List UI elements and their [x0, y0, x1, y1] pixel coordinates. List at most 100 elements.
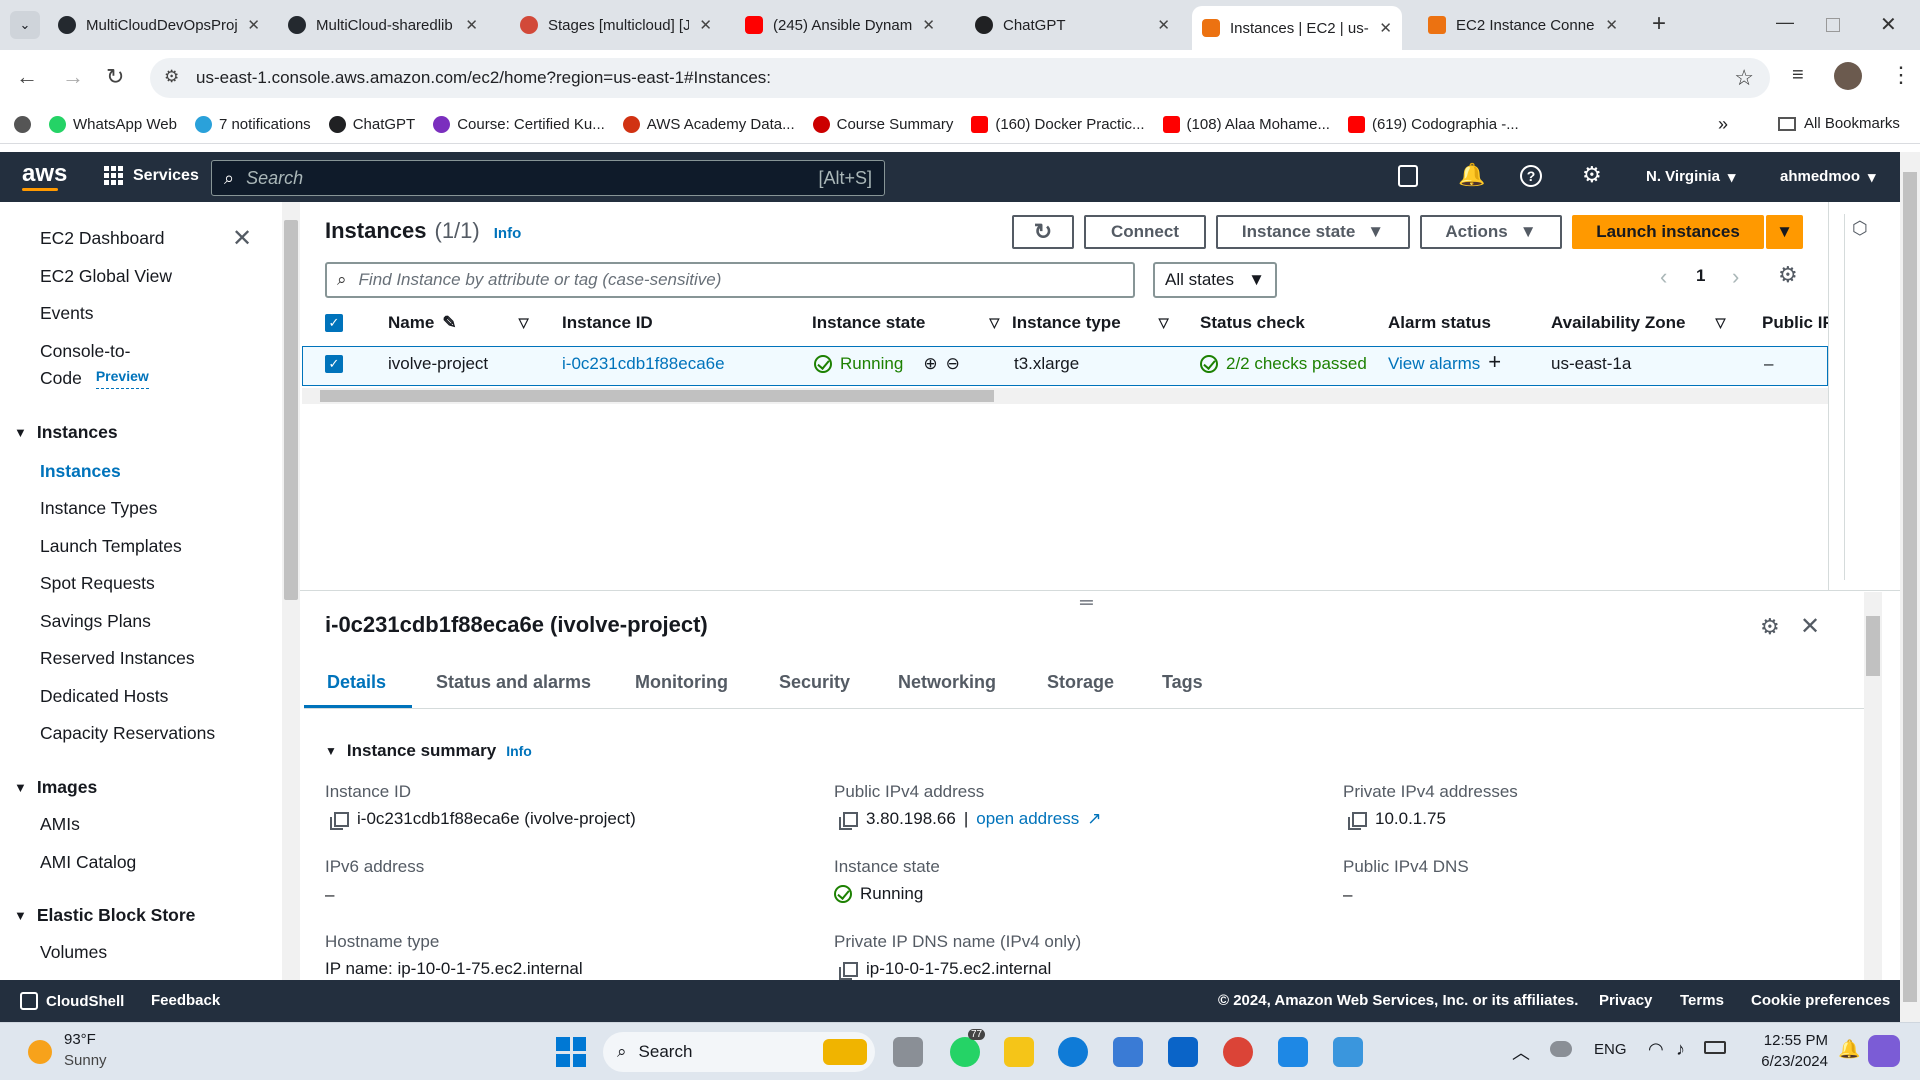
help-icon[interactable]: ?: [1520, 165, 1542, 187]
volume-icon[interactable]: ♪: [1676, 1039, 1685, 1060]
profile-avatar[interactable]: [1834, 62, 1862, 90]
sort-icon[interactable]: ▽: [1715, 315, 1725, 331]
tab-networking[interactable]: Networking: [898, 672, 996, 693]
tray-chevron-icon[interactable]: ︿: [1512, 1039, 1530, 1065]
terms-link[interactable]: Terms: [1680, 992, 1724, 1009]
close-icon[interactable]: ✕: [1379, 19, 1392, 37]
info-link[interactable]: Info: [494, 225, 522, 242]
all-bookmarks[interactable]: All Bookmarks: [1778, 115, 1900, 132]
bookmark-item[interactable]: Course Summary: [812, 116, 953, 133]
whatsapp-taskbar-icon[interactable]: 77: [950, 1029, 986, 1067]
copy-icon[interactable]: [839, 811, 858, 830]
taskbar-search[interactable]: ⌕ Search: [603, 1032, 875, 1072]
sidebar-item-ami-catalog[interactable]: AMI Catalog: [40, 852, 136, 873]
copy-icon[interactable]: [839, 961, 858, 980]
col-availability-zone[interactable]: Availability Zone ▽: [1551, 313, 1725, 333]
region-selector[interactable]: N. Virginia ▾: [1646, 168, 1735, 186]
page-scrollbar[interactable]: [1900, 152, 1920, 1022]
prev-page-icon[interactable]: ‹: [1660, 264, 1667, 290]
sort-icon[interactable]: ▽: [1159, 315, 1169, 331]
bookmark-item[interactable]: WhatsApp Web: [49, 116, 177, 133]
chrome-icon[interactable]: [1223, 1037, 1253, 1067]
chrome-apps-icon[interactable]: [14, 116, 31, 133]
copy-icon[interactable]: [1348, 811, 1367, 830]
sort-icon[interactable]: ▽: [989, 315, 999, 331]
notifications-bell-icon[interactable]: 🔔: [1458, 162, 1485, 188]
services-menu[interactable]: Services: [104, 166, 199, 185]
scrollbar-thumb[interactable]: [284, 220, 298, 600]
close-icon[interactable]: ✕: [247, 16, 260, 34]
aws-logo[interactable]: aws: [22, 160, 67, 188]
cell-instance-id-link[interactable]: i-0c231cdb1f88eca6e: [562, 354, 725, 374]
menu-kebab-icon[interactable]: ⋮: [1890, 62, 1912, 88]
tab-monitoring[interactable]: Monitoring: [635, 672, 728, 693]
select-all-checkbox[interactable]: ✓: [325, 314, 343, 332]
sidebar-item-spot-requests[interactable]: Spot Requests: [40, 573, 155, 594]
sidebar-item-instance-types[interactable]: Instance Types: [40, 498, 157, 519]
bookmark-item[interactable]: (619) Codographia -...: [1347, 116, 1519, 133]
col-instance-type[interactable]: Instance type ▽: [1012, 313, 1169, 333]
forward-icon[interactable]: →: [62, 64, 84, 90]
restore-icon[interactable]: [1826, 18, 1840, 32]
url-bar[interactable]: ⚙ us-east-1.console.aws.amazon.com/ec2/h…: [150, 58, 1770, 98]
alarm-link[interactable]: View alarms: [1388, 354, 1480, 374]
browser-tab-1[interactable]: MultiCloudDevOpsProject ✕: [48, 8, 270, 42]
detail-settings-icon[interactable]: ⚙: [1760, 614, 1780, 640]
sidebar-item-volumes[interactable]: Volumes: [40, 942, 107, 963]
col-name[interactable]: Name ✎ ▽: [388, 313, 529, 333]
sidebar-section-instances[interactable]: ▼ Instances: [14, 422, 118, 443]
filter-input[interactable]: ⌕ Find Instance by attribute or tag (case…: [325, 262, 1135, 298]
language-indicator[interactable]: ENG: [1594, 1041, 1627, 1058]
detail-scrollbar[interactable]: [1864, 592, 1882, 980]
task-view-icon[interactable]: [893, 1037, 923, 1067]
browser-tab-7[interactable]: EC2 Instance Connect ✕: [1418, 8, 1628, 42]
sidebar-item-dedicated-hosts[interactable]: Dedicated Hosts: [40, 686, 168, 707]
browser-tab-5[interactable]: ChatGPT ✕: [965, 8, 1180, 42]
edge-icon[interactable]: [1058, 1037, 1088, 1067]
sidebar-item-capacity-reservations[interactable]: Capacity Reservations: [40, 723, 215, 744]
minimize-icon[interactable]: —: [1776, 12, 1794, 33]
bookmark-item[interactable]: (160) Docker Practic...: [971, 116, 1145, 133]
copy-icon[interactable]: [330, 811, 349, 830]
next-page-icon[interactable]: ›: [1732, 264, 1739, 290]
tab-details[interactable]: Details: [327, 672, 386, 693]
close-icon[interactable]: ✕: [699, 16, 712, 34]
row-checkbox[interactable]: ✓: [325, 355, 343, 373]
sidebar-section-ebs[interactable]: ▼ Elastic Block Store: [14, 905, 195, 926]
tab-tags[interactable]: Tags: [1162, 672, 1203, 693]
sidebar-item-amis[interactable]: AMIs: [40, 814, 80, 835]
new-tab-icon[interactable]: +: [1652, 10, 1666, 38]
sidebar-item-code[interactable]: Code Preview: [40, 368, 149, 389]
sidebar-item-savings-plans[interactable]: Savings Plans: [40, 611, 151, 632]
store-icon[interactable]: [1113, 1037, 1143, 1067]
windows-start-icon[interactable]: [556, 1037, 586, 1067]
sidebar-item-events[interactable]: Events: [40, 303, 94, 324]
launch-dropdown-button[interactable]: ▼: [1766, 215, 1803, 249]
bookmark-star-icon[interactable]: ☆: [1734, 65, 1754, 91]
bookmark-item[interactable]: ChatGPT: [328, 116, 415, 133]
add-alarm-icon[interactable]: +: [1488, 351, 1501, 374]
back-icon[interactable]: ←: [16, 64, 38, 90]
sun-icon[interactable]: [28, 1040, 52, 1064]
privacy-link[interactable]: Privacy: [1599, 992, 1652, 1009]
instance-summary-header[interactable]: ▼ Instance summary Info: [325, 741, 532, 761]
refresh-button[interactable]: ↻: [1012, 215, 1074, 249]
sidebar-item-launch-templates[interactable]: Launch Templates: [40, 536, 182, 557]
clock-time[interactable]: 12:55 PM: [1748, 1032, 1828, 1049]
battery-icon[interactable]: [1704, 1041, 1726, 1054]
browser-tab-4[interactable]: (245) Ansible Dynamic ✕: [735, 8, 945, 42]
sort-icon[interactable]: ▽: [519, 315, 529, 331]
external-link-icon[interactable]: ↗: [1087, 809, 1101, 829]
tab-storage[interactable]: Storage: [1047, 672, 1114, 693]
weather-temp[interactable]: 93°F: [64, 1031, 96, 1048]
browser-tab-2[interactable]: MultiCloud-sharedlib ✕: [278, 8, 488, 42]
feedback-link[interactable]: Feedback: [151, 992, 220, 1009]
sidebar-item-reserved-instances[interactable]: Reserved Instances: [40, 648, 195, 669]
sidebar-item-instances[interactable]: Instances: [40, 461, 121, 482]
bookmark-item[interactable]: 7 notifications: [194, 116, 311, 133]
account-menu[interactable]: ahmedmoo ▾: [1780, 168, 1876, 186]
sidebar-item-ec2-dashboard[interactable]: EC2 Dashboard: [40, 228, 165, 249]
col-instance-state[interactable]: Instance state ▽: [812, 313, 999, 333]
bookmark-item[interactable]: AWS Academy Data...: [622, 116, 795, 133]
scrollbar-thumb[interactable]: [320, 390, 994, 402]
